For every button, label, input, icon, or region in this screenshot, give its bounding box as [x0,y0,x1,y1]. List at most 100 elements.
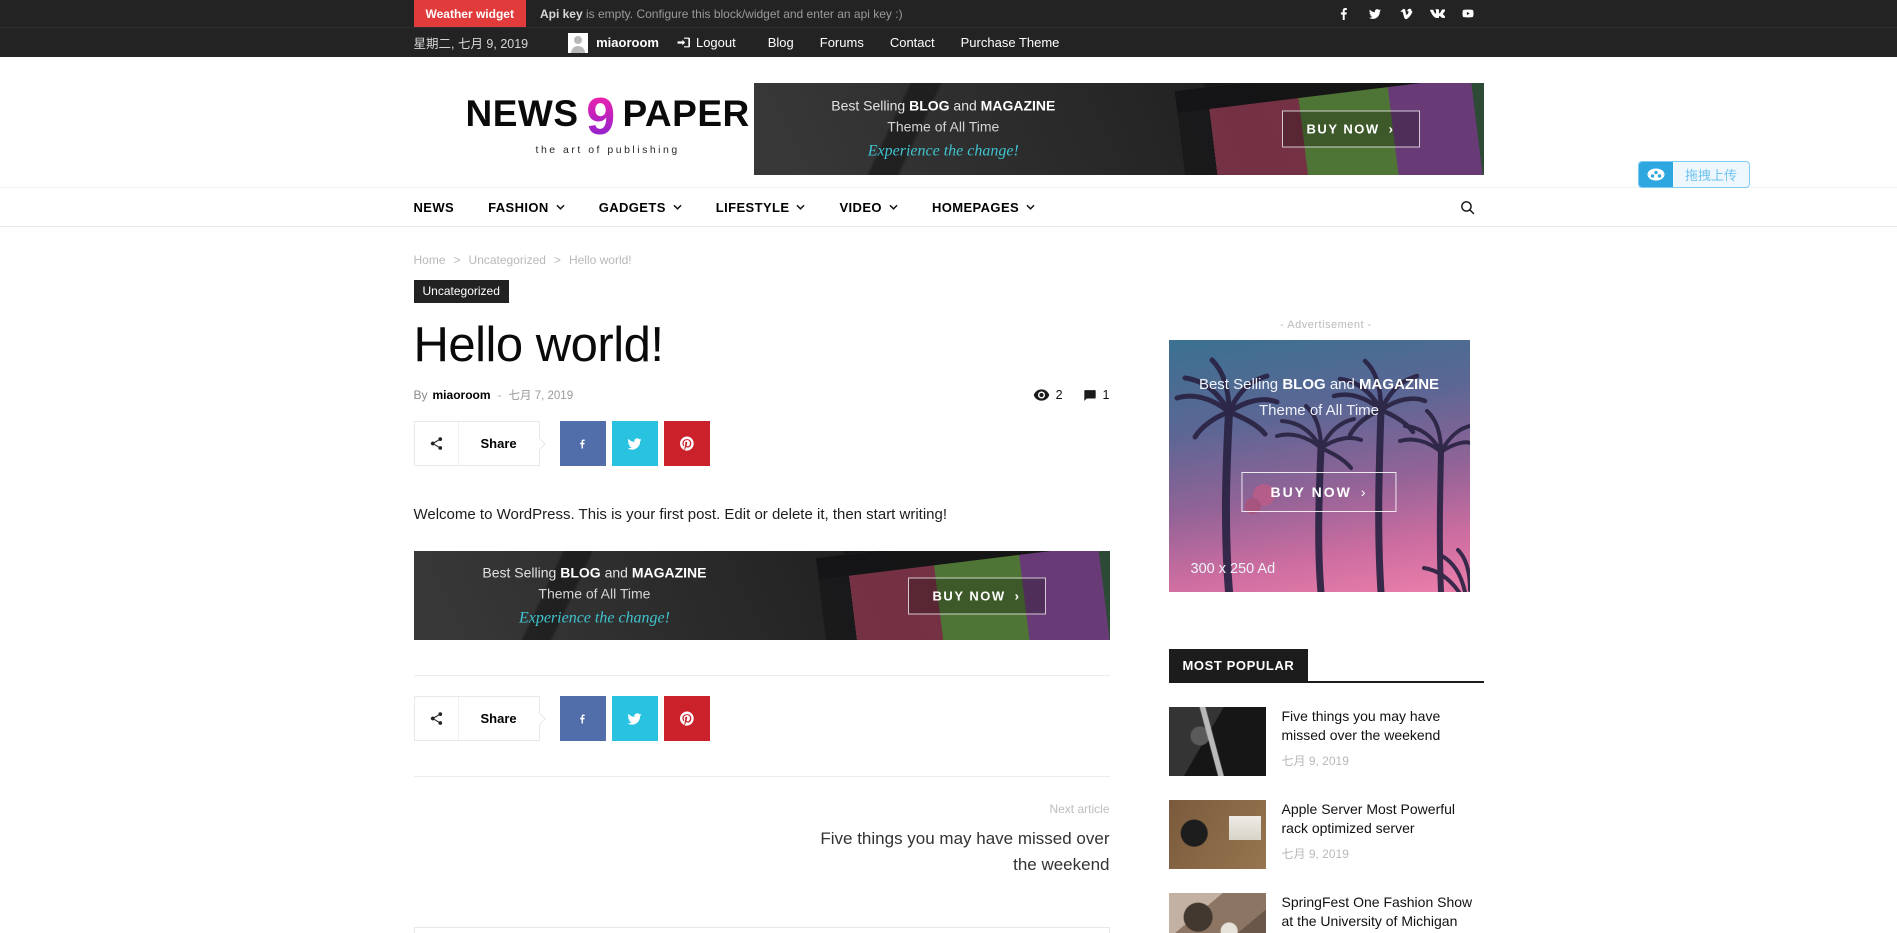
breadcrumb-category[interactable]: Uncategorized [469,253,546,267]
article-title-link[interactable]: Apple Server Most Powerful rack optimize… [1282,800,1484,838]
nav-item-fashion[interactable]: FASHION [488,200,565,215]
facebook-icon[interactable] [1329,0,1360,27]
twitter-share-button[interactable] [612,696,658,741]
arrow-right-icon: › [1389,122,1395,137]
nav-item-gadgets[interactable]: GADGETS [599,200,682,215]
api-key-message: Api key is empty. Configure this block/w… [540,7,903,21]
vimeo-icon[interactable] [1391,0,1422,27]
share-row-bottom: Share [414,696,1110,741]
category-badge[interactable]: Uncategorized [414,280,509,303]
article-thumbnail[interactable] [1169,707,1266,776]
post-body-text: Welcome to WordPress. This is your first… [414,506,1110,523]
article-title-link[interactable]: SpringFest One Fashion Show at the Unive… [1282,893,1484,931]
chevron-down-icon [1026,204,1035,210]
site-header: NEWS 9 PAPER the art of publishing Best … [0,57,1897,187]
twitter-icon [626,712,643,726]
list-item: Apple Server Most Powerful rack optimize… [1169,800,1484,869]
weather-widget-badge: Weather widget [414,0,526,27]
nav-item-video[interactable]: VIDEO [839,200,897,215]
banner-ad-text: Best Selling BLOG and MAGAZINE Theme of … [790,98,1097,161]
twitter-share-button[interactable] [612,421,658,466]
ad-size-label: 300 x 250 Ad [1191,561,1276,577]
sidebar-ad-300x250[interactable]: Best Selling BLOG and MAGAZINE Theme of … [1169,340,1470,592]
buy-now-button[interactable]: BUY NOW› [1241,472,1396,512]
eye-icon [1033,389,1050,401]
article-thumbnail[interactable] [1169,800,1266,869]
buy-now-button[interactable]: BUY NOW› [1282,111,1420,148]
nav-item-lifestyle[interactable]: LIFESTYLE [716,200,806,215]
share-button[interactable]: Share [414,421,540,466]
list-item: Five things you may have missed over the… [1169,707,1484,776]
breadcrumb-current: Hello world! [569,253,632,267]
breadcrumb: Home > Uncategorized > Hello world! [414,253,1110,267]
advertisement-label: - Advertisement - [1169,319,1484,331]
top-bar: Weather widget Api key is empty. Configu… [0,0,1897,27]
pinterest-icon [680,711,694,726]
userbar-menu: Blog Forums Contact Purchase Theme [768,35,1060,50]
facebook-icon [578,711,587,727]
api-key-message-bold: Api key [540,7,583,21]
inline-banner-ad[interactable]: Best Selling BLOG and MAGAZINE Theme of … [414,551,1110,640]
logout-label: Logout [696,35,736,50]
share-icon [415,697,459,740]
author-link[interactable]: miaoroom [433,388,491,402]
next-article-link[interactable]: Five things you may have missed over the… [810,826,1110,877]
menu-item-purchase-theme[interactable]: Purchase Theme [961,35,1060,50]
next-article-label: Next article [414,802,1110,816]
page-title: Hello world! [414,317,1110,373]
vk-icon[interactable] [1422,0,1453,27]
banner-ad-script-line: Experience the change! [790,143,1097,161]
menu-item-forums[interactable]: Forums [820,35,864,50]
topbar-social-icons [1329,0,1484,27]
arrow-right-icon: › [1361,484,1368,500]
facebook-share-button[interactable] [560,421,606,466]
logo-nine-glyph: 9 [583,88,619,146]
user-bar: 星期二, 七月 9, 2019 miaoroom Logout Blog For… [0,27,1897,57]
share-icon [415,422,459,465]
drag-upload-button[interactable]: 拖拽上传 [1638,161,1750,188]
share-button[interactable]: Share [414,696,540,741]
youtube-icon[interactable] [1453,0,1484,27]
search-icon[interactable] [1459,199,1484,216]
article-column: Home > Uncategorized > Hello world! Unca… [414,253,1110,933]
facebook-share-button[interactable] [560,696,606,741]
current-date: 星期二, 七月 9, 2019 [414,33,529,52]
breadcrumb-separator: > [454,253,461,267]
article-thumbnail[interactable] [1169,893,1266,933]
logout-icon [677,36,690,49]
menu-item-contact[interactable]: Contact [890,35,935,50]
comment-count[interactable]: 1 [1083,388,1110,402]
most-popular-title: MOST POPULAR [1169,649,1309,681]
twitter-icon[interactable] [1360,0,1391,27]
nav-item-homepages[interactable]: HOMEPAGES [932,200,1035,215]
chevron-down-icon [889,204,898,210]
site-logo[interactable]: NEWS 9 PAPER the art of publishing [466,85,750,156]
divider [414,776,1110,777]
buy-now-button[interactable]: BUY NOW› [908,577,1046,614]
cloud-upload-icon [1639,162,1673,187]
breadcrumb-home[interactable]: Home [414,253,446,267]
byline: By miaoroom - 七月 7, 2019 2 1 [414,387,1110,403]
svg-text:9: 9 [586,88,615,146]
post-stats: 2 1 [1033,388,1110,402]
header-banner-ad[interactable]: Best Selling BLOG and MAGAZINE Theme of … [754,83,1484,175]
logout-link[interactable]: Logout [677,35,736,50]
api-key-message-rest: is empty. Configure this block/widget an… [583,7,903,21]
nav-item-news[interactable]: NEWS [414,200,455,215]
share-row-top: Share [414,421,1110,466]
article-title-link[interactable]: Five things you may have missed over the… [1282,707,1484,745]
menu-item-blog[interactable]: Blog [768,35,794,50]
pinterest-share-button[interactable] [664,696,710,741]
pinterest-share-button[interactable] [664,421,710,466]
chevron-down-icon [556,204,565,210]
facebook-icon [578,436,587,452]
chevron-down-icon [673,204,682,210]
list-item: SpringFest One Fashion Show at the Unive… [1169,893,1484,933]
breadcrumb-separator: > [554,253,561,267]
username-link[interactable]: miaoroom [596,35,659,50]
comment-icon [1083,389,1097,402]
banner-ad-text: Best Selling BLOG and MAGAZINE Theme of … [448,564,740,627]
chevron-down-icon [796,204,805,210]
author-box [414,927,1110,933]
twitter-icon [626,437,643,451]
